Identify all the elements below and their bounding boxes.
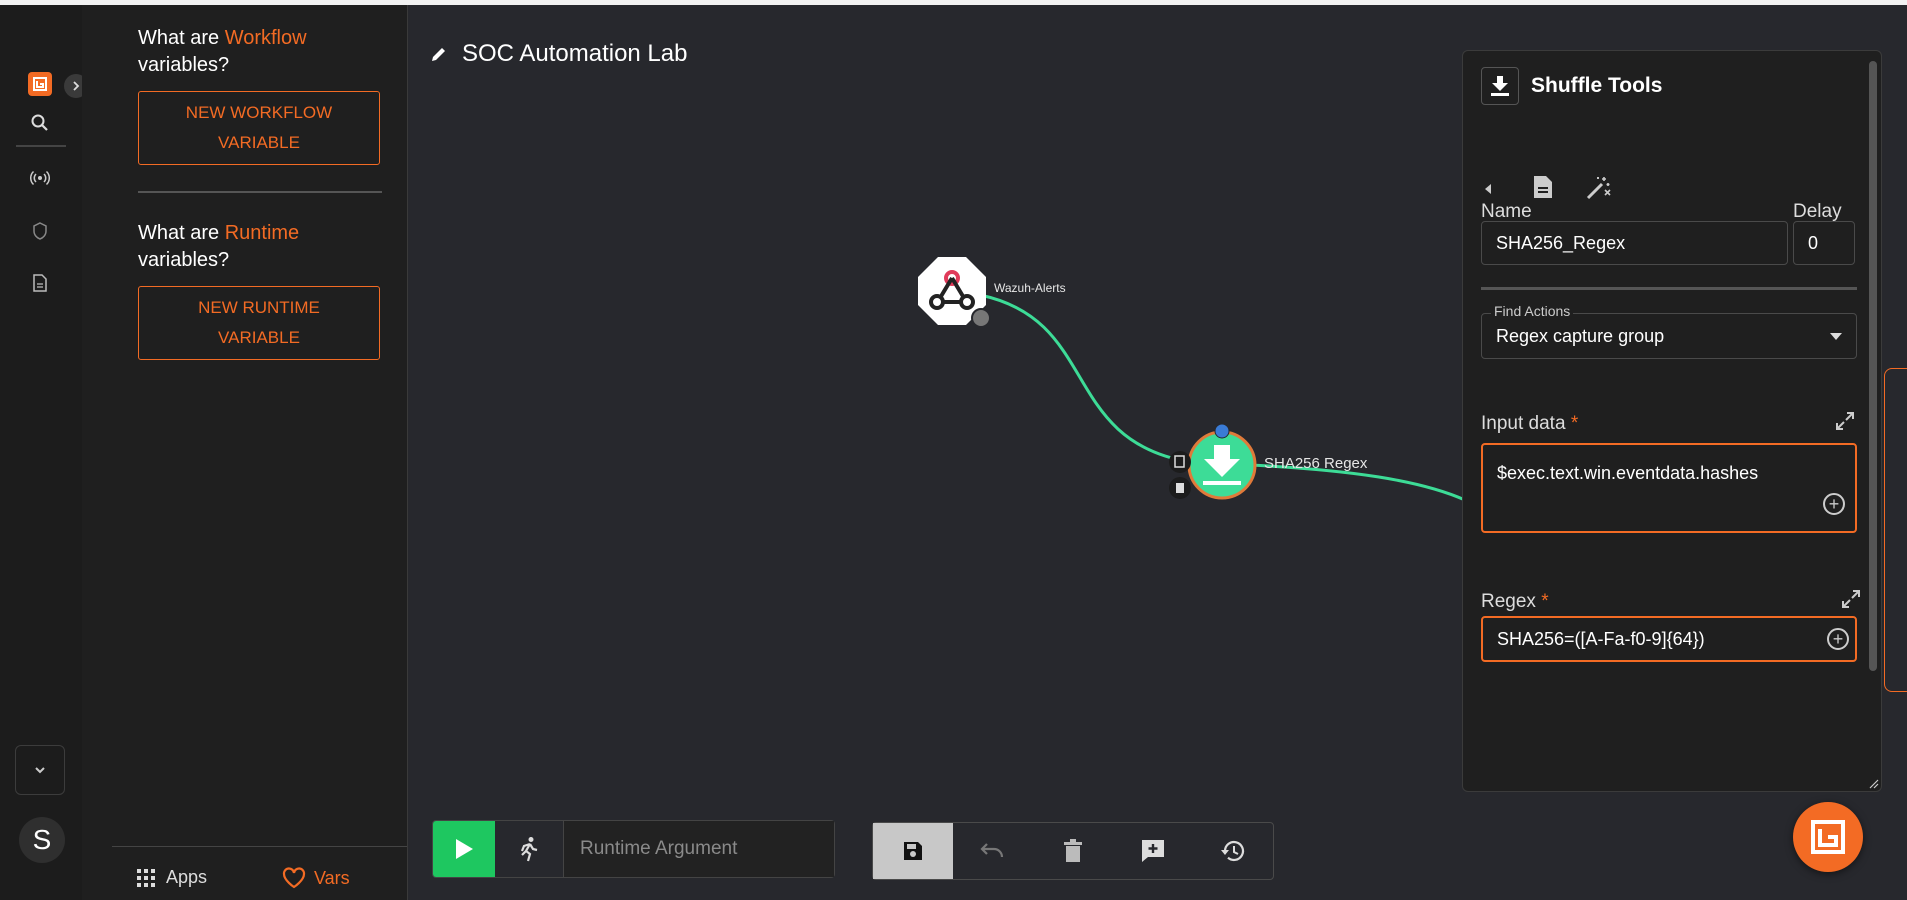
app-header: Shuffle Tools bbox=[1481, 67, 1662, 105]
input-data-value: $exec.text.win.eventdata.hashes bbox=[1497, 463, 1759, 483]
input-data-label: Input data * bbox=[1481, 413, 1578, 435]
running-person-icon bbox=[520, 837, 538, 862]
regex-field[interactable]: SHA256=([A-Fa-f0-9]{64}) bbox=[1481, 616, 1857, 662]
undo-button[interactable] bbox=[953, 823, 1033, 879]
regex-label: Regex * bbox=[1481, 591, 1549, 613]
name-label: Name bbox=[1481, 201, 1532, 222]
app-name: Shuffle Tools bbox=[1531, 74, 1663, 97]
find-actions-select[interactable]: Regex capture group bbox=[1481, 313, 1857, 359]
dropdown-arrow-icon bbox=[1830, 333, 1842, 340]
required-mark: * bbox=[1570, 413, 1579, 434]
delay-field[interactable]: 0 bbox=[1793, 221, 1855, 265]
action-config-panel: Shuffle Tools Name Delay SHA256_Regex 0 … bbox=[1462, 50, 1882, 792]
documentation-icon[interactable] bbox=[1533, 175, 1553, 199]
resize-handle-icon[interactable] bbox=[1869, 779, 1879, 789]
node-connector-top bbox=[1214, 423, 1230, 439]
delete-button[interactable] bbox=[1033, 823, 1113, 879]
copy-node-button bbox=[1169, 451, 1191, 473]
find-actions-label: Find Actions bbox=[1491, 303, 1574, 319]
shuffle-logo-icon bbox=[1811, 820, 1845, 854]
section-divider bbox=[1481, 287, 1857, 290]
action-node-label[interactable]: SHA256 Regex bbox=[1264, 455, 1367, 472]
edge-trigger-to-regex bbox=[979, 293, 1191, 464]
add-variable-icon[interactable]: + bbox=[1827, 628, 1849, 650]
add-comment-button[interactable] bbox=[1113, 823, 1193, 879]
expand-regex-icon[interactable] bbox=[1841, 589, 1861, 609]
delay-value: 0 bbox=[1808, 232, 1819, 253]
history-icon bbox=[1221, 840, 1245, 862]
add-variable-icon[interactable]: + bbox=[1823, 493, 1845, 515]
regex-value: SHA256=([A-Fa-f0-9]{64}) bbox=[1497, 628, 1705, 649]
undo-icon bbox=[980, 843, 1004, 858]
regex-label-text: Regex bbox=[1481, 591, 1536, 612]
trigger-node-label[interactable]: Wazuh-Alerts bbox=[994, 281, 1066, 295]
next-node-edge-stub bbox=[1884, 368, 1907, 692]
delay-label: Delay bbox=[1793, 201, 1842, 222]
panel-scrollbar[interactable] bbox=[1869, 61, 1877, 671]
input-data-field[interactable]: $exec.text.win.eventdata.hashes bbox=[1481, 443, 1857, 533]
input-data-label-text: Input data bbox=[1481, 413, 1566, 434]
download-app-icon bbox=[1481, 67, 1519, 105]
selected-action: Regex capture group bbox=[1496, 325, 1665, 346]
save-button[interactable] bbox=[873, 823, 953, 879]
comment-add-icon bbox=[1142, 840, 1164, 862]
play-icon bbox=[456, 839, 473, 859]
action-name-field[interactable]: SHA256_Regex bbox=[1481, 221, 1788, 265]
action-name-value: SHA256_Regex bbox=[1496, 232, 1626, 253]
back-arrow-icon[interactable] bbox=[1483, 183, 1493, 195]
save-icon bbox=[904, 842, 922, 860]
workflow-toolbar bbox=[872, 822, 1274, 880]
shuffle-assistant-button[interactable] bbox=[1793, 802, 1863, 872]
trash-icon bbox=[1064, 839, 1082, 862]
runtime-argument-input[interactable] bbox=[564, 821, 834, 877]
trash-icon bbox=[1176, 483, 1184, 493]
trigger-status-dot bbox=[971, 308, 991, 328]
run-toolbar bbox=[432, 820, 835, 878]
history-button[interactable] bbox=[1193, 823, 1273, 879]
expand-input-icon[interactable] bbox=[1835, 411, 1855, 431]
required-mark: * bbox=[1541, 591, 1549, 612]
execute-workflow-button[interactable] bbox=[433, 821, 495, 877]
magic-wand-icon[interactable] bbox=[1585, 175, 1611, 201]
test-run-button[interactable] bbox=[495, 821, 564, 877]
